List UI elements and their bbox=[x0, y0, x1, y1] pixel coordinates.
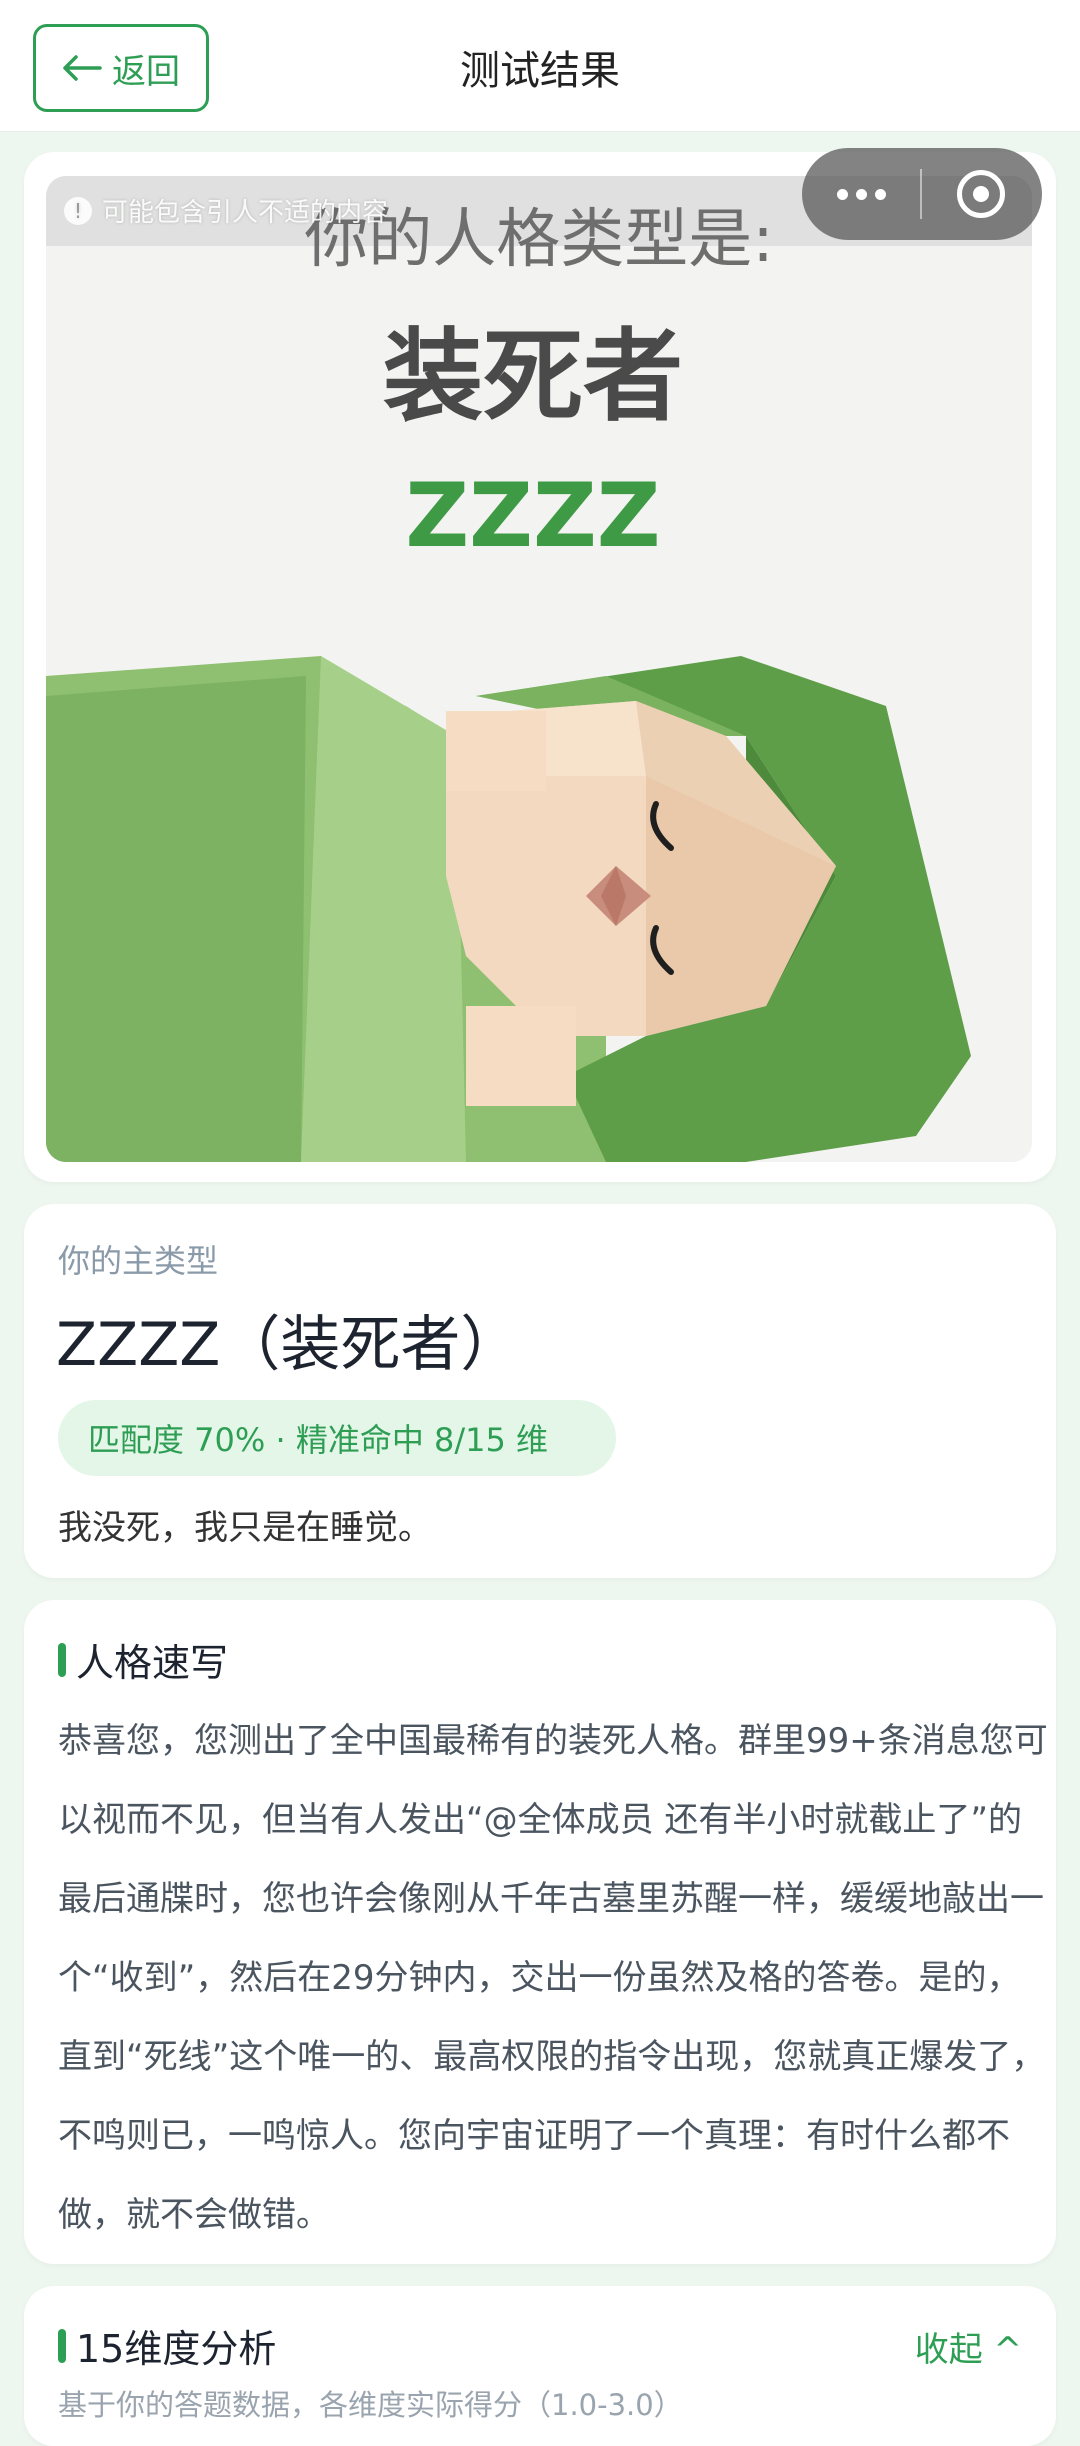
result-image: 你的人格类型是: 装死者 ZZZZ ! 可能包含引人不适的内容 bbox=[46, 176, 1032, 1162]
page-title: 测试结果 bbox=[460, 48, 620, 94]
main-type-card: 你的主类型 ZZZZ（装死者） 匹配度 70% · 精准命中 8/15 维 我没… bbox=[24, 1204, 1056, 1578]
summary-card: 人格速写 恭喜您，您测出了全中国最稀有的装死人格。群里99+条消息您可以视而不见… bbox=[24, 1600, 1056, 2264]
section-accent-bar bbox=[58, 1642, 66, 1677]
top-bar: 返回 测试结果 bbox=[0, 0, 1080, 132]
collapse-button[interactable]: 收起 ^ bbox=[915, 2322, 1022, 2371]
main-type-name: ZZZZ（装死者） bbox=[56, 1310, 521, 1380]
summary-text: 恭喜您，您测出了全中国最稀有的装死人格。群里99+条消息您可以视而不见，但当有人… bbox=[58, 1721, 1048, 2235]
dimensions-title: 15维度分析 bbox=[58, 2318, 276, 2373]
close-button[interactable] bbox=[922, 170, 1040, 218]
close-circle-icon bbox=[957, 170, 1005, 218]
section-accent-bar bbox=[58, 2328, 66, 2363]
info-icon: ! bbox=[64, 196, 92, 225]
dimensions-subtitle: 基于你的答题数据，各维度实际得分（1.0-3.0） bbox=[58, 2388, 683, 2422]
more-dots-icon[interactable] bbox=[802, 188, 920, 200]
image-type-name: 装死者 bbox=[383, 318, 683, 435]
summary-title: 人格速写 bbox=[58, 1632, 228, 1687]
dimensions-card: 15维度分析 收起 ^ 基于你的答题数据，各维度实际得分（1.0-3.0） bbox=[24, 2286, 1056, 2446]
image-type-code: ZZZZ bbox=[405, 464, 660, 567]
content-warning: ! 可能包含引人不适的内容 bbox=[64, 192, 388, 229]
match-text: 匹配度 70% · 精准命中 8/15 维 bbox=[88, 1421, 549, 1459]
sleeping-character-illustration: 你的人格类型是: 装死者 ZZZZ bbox=[46, 176, 1032, 1162]
main-type-label: 你的主类型 bbox=[58, 1242, 219, 1280]
miniprogram-capsule bbox=[802, 148, 1042, 240]
result-image-card: 你的人格类型是: 装死者 ZZZZ ! 可能包含引人不适的内容 bbox=[24, 152, 1056, 1182]
type-quote: 我没死，我只是在睡觉。 bbox=[58, 1508, 432, 1548]
match-badge: 匹配度 70% · 精准命中 8/15 维 bbox=[58, 1400, 616, 1476]
